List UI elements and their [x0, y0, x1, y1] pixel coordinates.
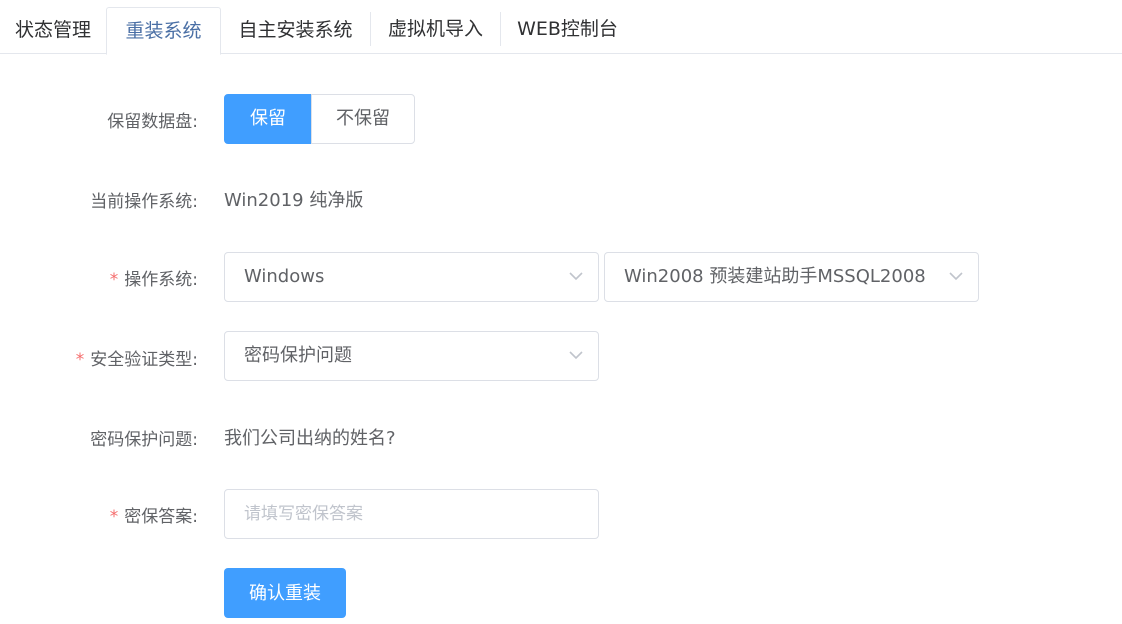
keep-option-button[interactable]: 保留 [224, 94, 312, 144]
tab-status-management[interactable]: 状态管理 [0, 7, 106, 54]
security-type-label: * 安全验证类型: [76, 345, 198, 370]
tab-self-install-system[interactable]: 自主安装系统 [221, 7, 370, 54]
security-type-value: 密码保护问题 [244, 345, 352, 366]
confirm-reinstall-button[interactable]: 确认重装 [224, 568, 346, 618]
tab-vm-import[interactable]: 虚拟机导入 [370, 12, 500, 46]
security-type-select[interactable]: 密码保护问题 [224, 331, 599, 381]
keep-data-disk-label: 保留数据盘: [107, 112, 198, 132]
required-mark: * [109, 270, 119, 290]
os-family-select[interactable]: Windows [224, 252, 599, 302]
os-version-value: Win2008 预装建站助手MSSQL2008 [624, 266, 926, 287]
chevron-down-icon [949, 272, 963, 281]
answer-label-text: 密保答案: [124, 507, 198, 527]
tab-web-console[interactable]: WEB控制台 [500, 12, 634, 46]
answer-label: * 密保答案: [110, 502, 198, 527]
tab-reinstall-system[interactable]: 重装系统 [106, 7, 221, 55]
required-mark: * [75, 350, 85, 370]
required-mark: * [109, 507, 119, 527]
chevron-down-icon [569, 351, 583, 360]
os-family-value: Windows [244, 266, 325, 287]
answer-input[interactable] [224, 489, 599, 539]
security-type-label-text: 安全验证类型: [90, 350, 198, 370]
not-keep-option-button[interactable]: 不保留 [311, 94, 415, 144]
current-os-value: Win2019 纯净版 [224, 190, 364, 211]
current-os-label: 当前操作系统: [90, 192, 198, 212]
os-label-text: 操作系统: [124, 270, 198, 290]
os-version-select[interactable]: Win2008 预装建站助手MSSQL2008 [604, 252, 979, 302]
security-question-value: 我们公司出纳的姓名? [224, 428, 396, 449]
chevron-down-icon [569, 272, 583, 281]
tab-bar: 状态管理 重装系统 自主安装系统 虚拟机导入 WEB控制台 [0, 0, 1122, 55]
security-question-label: 密码保护问题: [90, 430, 198, 450]
os-label: * 操作系统: [110, 265, 198, 290]
